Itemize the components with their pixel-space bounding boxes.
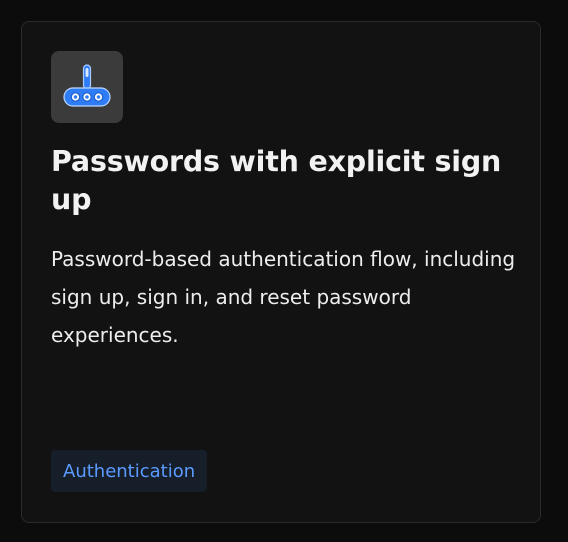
category-tag[interactable]: Authentication bbox=[51, 450, 208, 492]
card-description: Password-based authentication flow, incl… bbox=[51, 247, 516, 347]
icon-tile bbox=[51, 51, 123, 123]
template-card[interactable]: Passwords with explicit sign up Password… bbox=[21, 21, 541, 523]
card-title: Passwords with explicit sign up bbox=[51, 145, 502, 216]
password-keypad-icon bbox=[63, 64, 111, 107]
